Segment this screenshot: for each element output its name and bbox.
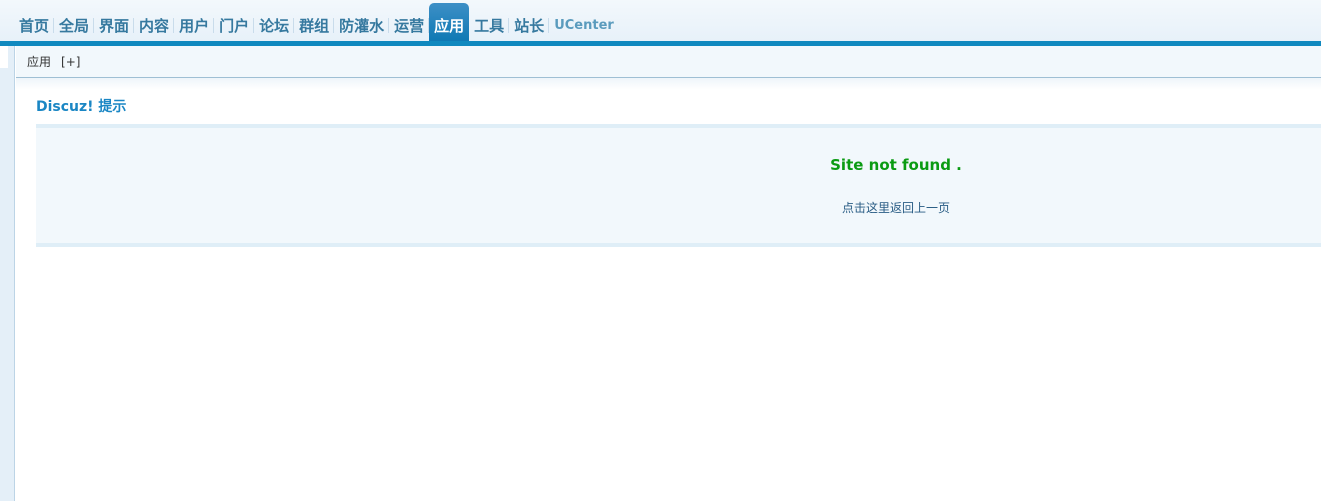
nav-tab-home[interactable]: 首页 (14, 3, 55, 41)
main-nav: 首页 全局 界面 内容 用户 门户 论坛 群组 防灌水 运营 应用 工具 站长 … (14, 3, 619, 41)
nav-tab-portal[interactable]: 门户 (214, 3, 255, 41)
nav-tab-tools[interactable]: 工具 (469, 3, 510, 41)
admin-window: 首页 全局 界面 内容 用户 门户 论坛 群组 防灌水 运营 应用 工具 站长 … (0, 0, 1321, 501)
nav-tab-groups[interactable]: 群组 (294, 3, 335, 41)
nav-tab-interface[interactable]: 界面 (94, 3, 135, 41)
go-back-link[interactable]: 点击这里返回上一页 (842, 201, 950, 215)
nav-tab-founder[interactable]: 站长 (509, 3, 550, 41)
message-title: Discuz! 提示 (36, 99, 127, 115)
nav-tab-apps[interactable]: 应用 (429, 3, 470, 41)
message-box (36, 124, 1321, 247)
nav-tab-operations[interactable]: 运营 (389, 3, 430, 41)
nav-tab-ucenter[interactable]: UCenter (549, 3, 619, 41)
nav-tab-global[interactable]: 全局 (54, 3, 95, 41)
breadcrumb: 应用 [+] (16, 46, 1321, 78)
add-shortcut-button[interactable]: [+] (61, 55, 80, 69)
sidebar-notch (0, 46, 8, 68)
nav-tab-users[interactable]: 用户 (174, 3, 215, 41)
nav-tab-content[interactable]: 内容 (134, 3, 175, 41)
top-nav-bar: 首页 全局 界面 内容 用户 门户 论坛 群组 防灌水 运营 应用 工具 站长 … (0, 0, 1321, 41)
breadcrumb-current: 应用 (27, 55, 52, 69)
subbar-shadow (16, 78, 1321, 90)
nav-tab-forum[interactable]: 论坛 (254, 3, 295, 41)
back-link-row: 点击这里返回上一页 (36, 199, 1321, 216)
left-sidebar-strip (0, 46, 15, 501)
nav-tab-antispam[interactable]: 防灌水 (334, 3, 390, 41)
